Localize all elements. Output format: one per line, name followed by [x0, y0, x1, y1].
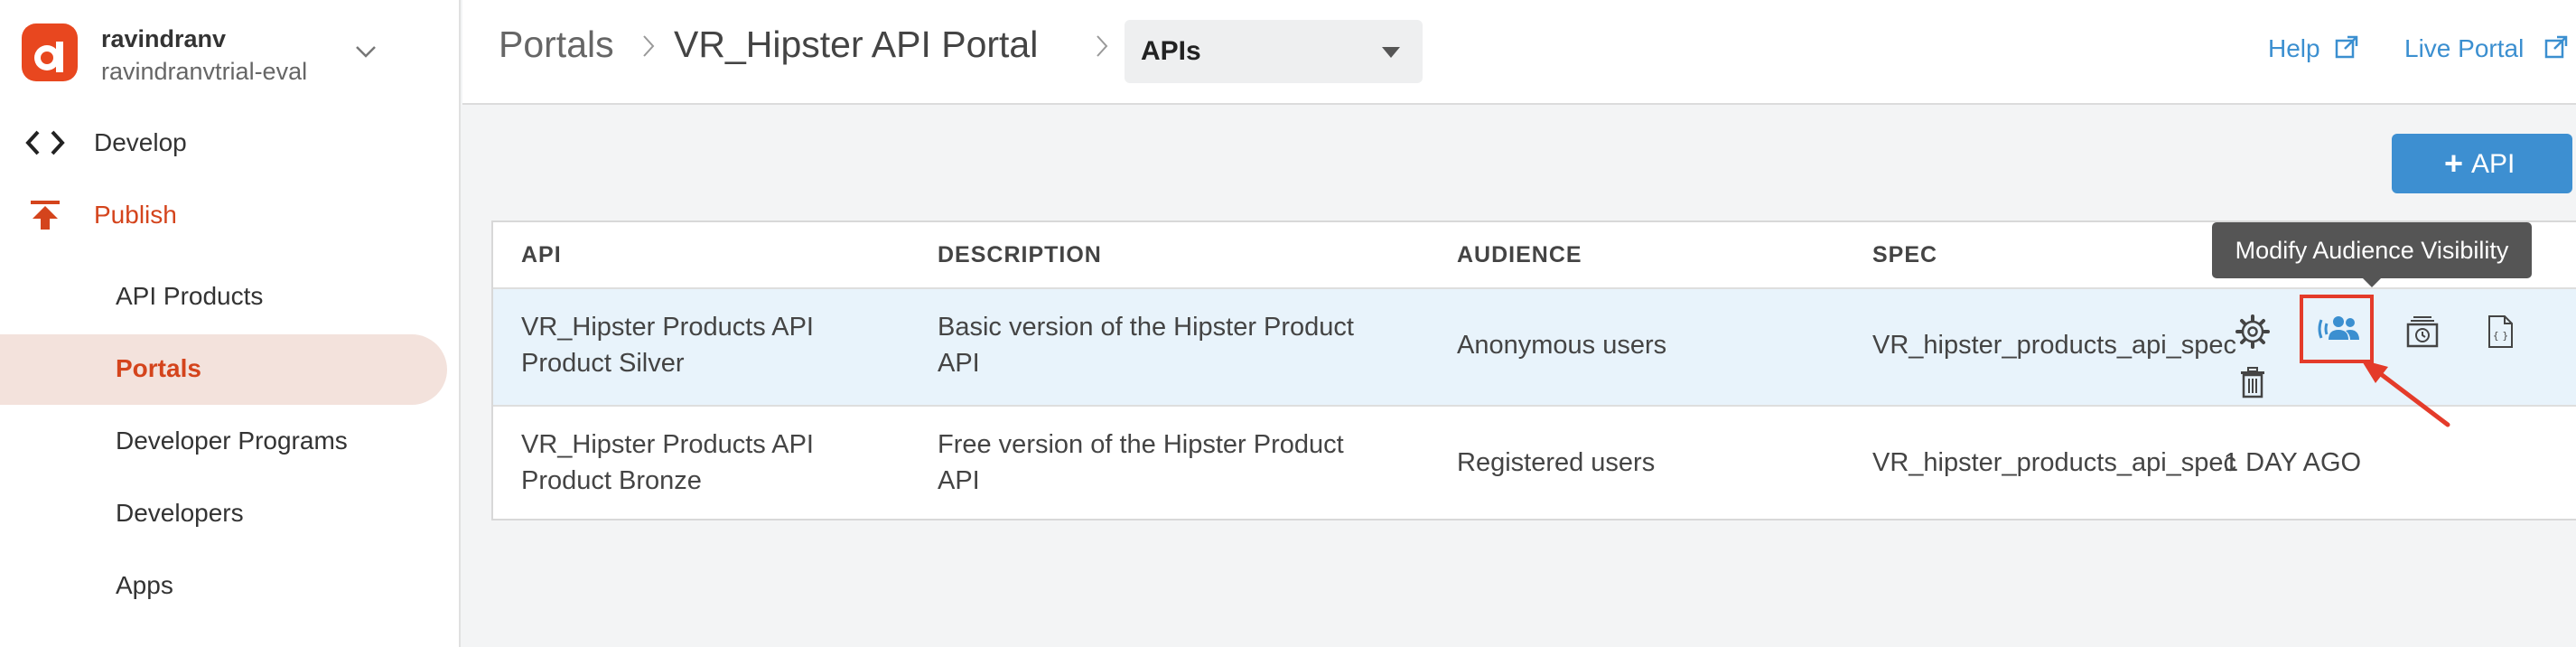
sidebar-item-apps[interactable]: Apps	[0, 551, 447, 622]
sidebar-item-portals[interactable]: Portals	[0, 334, 447, 405]
api-name-line: Product Silver	[521, 349, 685, 378]
org-switcher[interactable]: ravindranv ravindranvtrial-eval	[22, 20, 446, 89]
audience-cell: Anonymous users	[1457, 331, 1667, 360]
help-link[interactable]: Help	[2268, 34, 2320, 63]
sidebar-item-label: Portals	[116, 354, 201, 382]
api-name-line: Product Bronze	[521, 466, 702, 495]
column-header-api: API	[521, 242, 562, 267]
sidebar-item-label: Developers	[116, 499, 244, 527]
sidebar-item-developer-programs[interactable]: Developer Programs	[0, 407, 447, 477]
sidebar-item-developers[interactable]: Developers	[0, 479, 447, 549]
description-line: Basic version of the Hipster Product	[938, 313, 1354, 342]
api-name-cell: VR_Hipster Products API Product Bronze	[521, 427, 814, 499]
apigee-logo-icon	[22, 23, 78, 81]
chevron-down-icon[interactable]	[352, 38, 379, 65]
audience-cell: Registered users	[1457, 448, 1656, 477]
spec-cell[interactable]: VR_hipster_products_api_spec	[1872, 327, 2236, 363]
external-link-icon	[2335, 35, 2358, 59]
description-cell: Basic version of the Hipster Product API	[938, 309, 1354, 381]
column-header-spec: SPEC	[1872, 242, 1938, 267]
annotation-arrow-icon	[2361, 360, 2450, 427]
tooltip-pointer	[2361, 277, 2383, 287]
caret-down-icon	[1382, 47, 1400, 58]
org-name: ravindranv	[101, 25, 227, 52]
sidebar-item-label: Developer Programs	[116, 427, 348, 455]
updated-cell: 1 DAY AGO	[2224, 448, 2362, 477]
audience-visibility-icon[interactable]	[2316, 311, 2361, 347]
snapshot-history-icon[interactable]	[2404, 314, 2441, 350]
live-portal-link[interactable]: Live Portal	[2404, 34, 2524, 63]
svg-text:{ }: { }	[2493, 330, 2509, 342]
add-api-button[interactable]: + API	[2392, 134, 2572, 193]
view-select[interactable]: APIs	[1125, 20, 1423, 83]
code-icon	[25, 130, 65, 155]
plus-icon: +	[2444, 145, 2464, 182]
nav-develop-label: Develop	[94, 128, 187, 156]
add-api-label: API	[2471, 149, 2515, 179]
description-line: API	[938, 349, 980, 378]
api-name-line: VR_Hipster Products API	[521, 430, 814, 459]
api-name-line: VR_Hipster Products API	[521, 313, 814, 342]
settings-gear-icon[interactable]	[2235, 314, 2271, 350]
external-link-icon	[2544, 35, 2568, 59]
table-row[interactable]: VR_Hipster Products API Product Bronze F…	[493, 405, 2576, 522]
column-header-audience: AUDIENCE	[1457, 242, 1582, 267]
nav-publish-label: Publish	[94, 201, 177, 229]
sidebar-item-label: API Products	[116, 282, 264, 310]
nav-develop[interactable]: Develop	[0, 116, 461, 170]
tooltip: Modify Audience Visibility	[2212, 222, 2532, 287]
sidebar-item-label: Apps	[116, 571, 173, 599]
page-header: Portals VR_Hipster API Portal APIs Help …	[462, 0, 2576, 105]
breadcrumb-portal-name[interactable]: VR_Hipster API Portal	[674, 23, 1038, 66]
description-line: API	[938, 466, 980, 495]
api-name-cell: VR_Hipster Products API Product Silver	[521, 309, 814, 381]
description-line: Free version of the Hipster Product	[938, 430, 1344, 459]
spec-cell[interactable]: VR_hipster_products_api_spec	[1872, 445, 2236, 481]
chevron-right-icon	[1097, 35, 1108, 57]
description-cell: Free version of the Hipster Product API	[938, 427, 1344, 499]
publish-icon	[31, 201, 60, 230]
sidebar: ravindranv ravindranvtrial-eval Develop …	[0, 0, 461, 647]
tooltip-text: Modify Audience Visibility	[2235, 237, 2509, 264]
trash-icon[interactable]	[2235, 364, 2271, 400]
org-subtitle: ravindranvtrial-eval	[101, 58, 308, 85]
spec-document-icon[interactable]: { }	[2482, 314, 2518, 350]
view-select-value: APIs	[1141, 36, 1201, 66]
nav-publish[interactable]: Publish	[0, 188, 461, 242]
column-header-description: DESCRIPTION	[938, 242, 1102, 267]
chevron-right-icon	[643, 35, 655, 57]
breadcrumb-portals[interactable]: Portals	[499, 23, 614, 66]
sidebar-item-api-products[interactable]: API Products	[0, 262, 447, 333]
